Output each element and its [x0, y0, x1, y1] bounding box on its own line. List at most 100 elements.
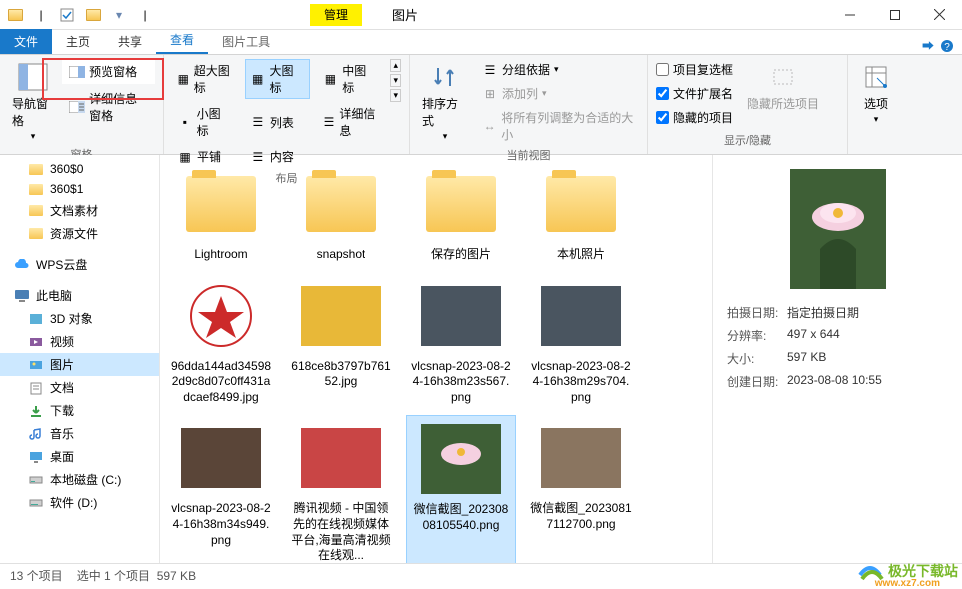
meta-row: 分辨率:497 x 644: [727, 324, 948, 347]
file-item[interactable]: 保存的图片: [406, 161, 516, 267]
file-item[interactable]: 微信截图_20230808105540.png: [406, 415, 516, 563]
large-icon: ▦: [250, 73, 266, 85]
item-icon: [28, 496, 44, 510]
chk-hidden[interactable]: 隐藏的项目: [656, 107, 733, 128]
chk-extensions[interactable]: 文件扩展名: [656, 83, 733, 104]
layout-large-icons[interactable]: ▦大图标: [245, 59, 310, 99]
xl-icon: ▦: [177, 73, 190, 85]
sidebar-this-pc[interactable]: 此电脑: [0, 284, 159, 307]
file-item[interactable]: snapshot: [286, 161, 396, 267]
item-icon: [28, 404, 44, 418]
file-item[interactable]: 腾讯视频 - 中国领先的在线视频媒体平台,海量高清视频在线观...: [286, 415, 396, 563]
sidebar-item[interactable]: 资源文件: [0, 222, 159, 245]
file-name: 微信截图_20230808105540.png: [411, 502, 511, 533]
tab-share[interactable]: 共享: [104, 29, 156, 54]
tab-file[interactable]: 文件: [0, 29, 52, 54]
sidebar-item[interactable]: 文档素材: [0, 199, 159, 222]
window-title: 图片: [392, 5, 418, 24]
addcol-button[interactable]: ⊞添加列 ▾: [482, 83, 639, 104]
layout-list[interactable]: ☰列表: [245, 102, 310, 142]
checkbox-icon[interactable]: [56, 4, 78, 26]
tab-picture-tools[interactable]: 图片工具: [208, 29, 284, 54]
folder-icon[interactable]: [82, 4, 104, 26]
qat-divider: |: [134, 4, 156, 26]
nav-pane-button[interactable]: 导航窗格 ▾: [8, 59, 58, 144]
pc-icon: [14, 289, 30, 303]
sidebar-item[interactable]: 360$0: [0, 159, 159, 179]
folder-icon: [28, 204, 44, 218]
file-item[interactable]: 96dda144ad345982d9c8d07c0ff431adcaef8499…: [166, 273, 276, 410]
file-item[interactable]: Lightroom: [166, 161, 276, 267]
autosize-icon: ↔: [482, 120, 497, 132]
sidebar-item[interactable]: 360$1: [0, 179, 159, 199]
nav-sidebar: 360$0360$1文档素材资源文件 WPS云盘 此电脑 3D 对象视频图片文档…: [0, 155, 160, 563]
minimize-button[interactable]: [827, 0, 872, 30]
item-icon: [28, 312, 44, 326]
folder-icon: [28, 182, 44, 196]
file-grid[interactable]: Lightroom snapshot保存的图片本机照片 96dda144ad3459…: [160, 155, 712, 563]
layout-xl-icons[interactable]: ▦超大图标: [172, 59, 237, 99]
layout-small-icons[interactable]: ▪小图标: [172, 102, 237, 142]
file-item[interactable]: 本机照片: [526, 161, 636, 267]
layout-details[interactable]: ☰详细信息: [318, 102, 383, 142]
main-area: 360$0360$1文档素材资源文件 WPS云盘 此电脑 3D 对象视频图片文档…: [0, 155, 962, 563]
file-item[interactable]: 618ce8b3797b76152.jpg: [286, 273, 396, 410]
autosize-button[interactable]: ↔将所有列调整为合适的大小: [482, 107, 639, 145]
sort-button[interactable]: 排序方式 ▾: [418, 59, 472, 144]
sidebar-item[interactable]: 下载: [0, 399, 159, 422]
preview-pane-button[interactable]: 预览窗格: [62, 59, 155, 84]
group-options: 选项 ▾: [848, 55, 904, 154]
group-layout: ▦超大图标 ▦大图标 ▦中图标 ▪小图标 ☰列表 ☰详细信息 ▦平铺 ☰内容 ▴…: [164, 55, 410, 154]
scroll-up-icon[interactable]: ▴: [390, 59, 401, 72]
list-icon: ☰: [250, 116, 266, 128]
ribbon: 导航窗格 ▾ 预览窗格 详细信息窗格 窗格 ▦超大图标 ▦大图标 ▦中: [0, 55, 962, 155]
item-icon: [28, 450, 44, 464]
cloud-icon: [14, 258, 30, 272]
sidebar-item[interactable]: 音乐: [0, 422, 159, 445]
file-item[interactable]: vlcsnap-2023-08-24-16h38m23s567.png: [406, 273, 516, 410]
sidebar-item[interactable]: 本地磁盘 (C:): [0, 468, 159, 491]
group-current-view: 排序方式 ▾ ☰分组依据 ▾ ⊞添加列 ▾ ↔将所有列调整为合适的大小 当前视图: [410, 55, 648, 154]
help-icon[interactable]: ?: [940, 39, 954, 53]
scroll-down-icon[interactable]: ▾: [390, 74, 401, 87]
preview-pane: 拍摄日期:指定拍摄日期分辨率:497 x 644大小:597 KB创建日期:20…: [712, 155, 962, 563]
titlebar: | ▾ | 管理 图片: [0, 0, 962, 30]
chevron-down-icon: ▾: [874, 114, 879, 125]
qat-dropdown-icon[interactable]: ▾: [108, 4, 130, 26]
groupby-button[interactable]: ☰分组依据 ▾: [482, 59, 639, 80]
file-name: 96dda144ad345982d9c8d07c0ff431adcaef8499…: [170, 359, 272, 406]
folder-icon: [173, 165, 269, 243]
sidebar-item[interactable]: 图片: [0, 353, 159, 376]
meta-value: 指定拍摄日期: [787, 304, 859, 321]
window-controls: [827, 0, 962, 30]
sidebar-item[interactable]: 软件 (D:): [0, 491, 159, 514]
sidebar-item[interactable]: 桌面: [0, 445, 159, 468]
tab-view[interactable]: 查看: [156, 27, 208, 54]
file-item[interactable]: 微信截图_20230817112700.png: [526, 415, 636, 563]
file-name: Lightroom: [194, 247, 247, 263]
expand-icon[interactable]: ▾: [390, 89, 401, 102]
pin-icon[interactable]: ⮕: [922, 37, 934, 54]
sidebar-item[interactable]: 文档: [0, 376, 159, 399]
details-pane-button[interactable]: 详细信息窗格: [62, 86, 155, 128]
image-thumbnail: [293, 419, 389, 497]
sidebar-item[interactable]: 视频: [0, 330, 159, 353]
sidebar-item[interactable]: 3D 对象: [0, 307, 159, 330]
hide-selected-button[interactable]: 隐藏所选项目: [743, 59, 823, 114]
options-button[interactable]: 选项 ▾: [856, 59, 896, 127]
tab-home[interactable]: 主页: [52, 29, 104, 54]
status-bar: 13 个项目 选中 1 个项目 597 KB: [0, 563, 962, 587]
status-selected: 选中 1 个项目 597 KB: [77, 567, 196, 584]
status-count: 13 个项目: [10, 567, 63, 584]
file-item[interactable]: vlcsnap-2023-08-24-16h38m29s704.png: [526, 273, 636, 410]
layout-medium-icons[interactable]: ▦中图标: [318, 59, 383, 99]
details-pane-icon: [69, 101, 85, 113]
close-button[interactable]: [917, 0, 962, 30]
sidebar-wps[interactable]: WPS云盘: [0, 253, 159, 276]
image-thumbnail: [173, 419, 269, 497]
maximize-button[interactable]: [872, 0, 917, 30]
file-item[interactable]: vlcsnap-2023-08-24-16h38m34s949.png: [166, 415, 276, 563]
chk-checkboxes[interactable]: 项目复选框: [656, 59, 733, 80]
ribbon-tabs: 文件 主页 共享 查看 图片工具 ⮕ ?: [0, 30, 962, 55]
hide-icon: [767, 61, 799, 93]
